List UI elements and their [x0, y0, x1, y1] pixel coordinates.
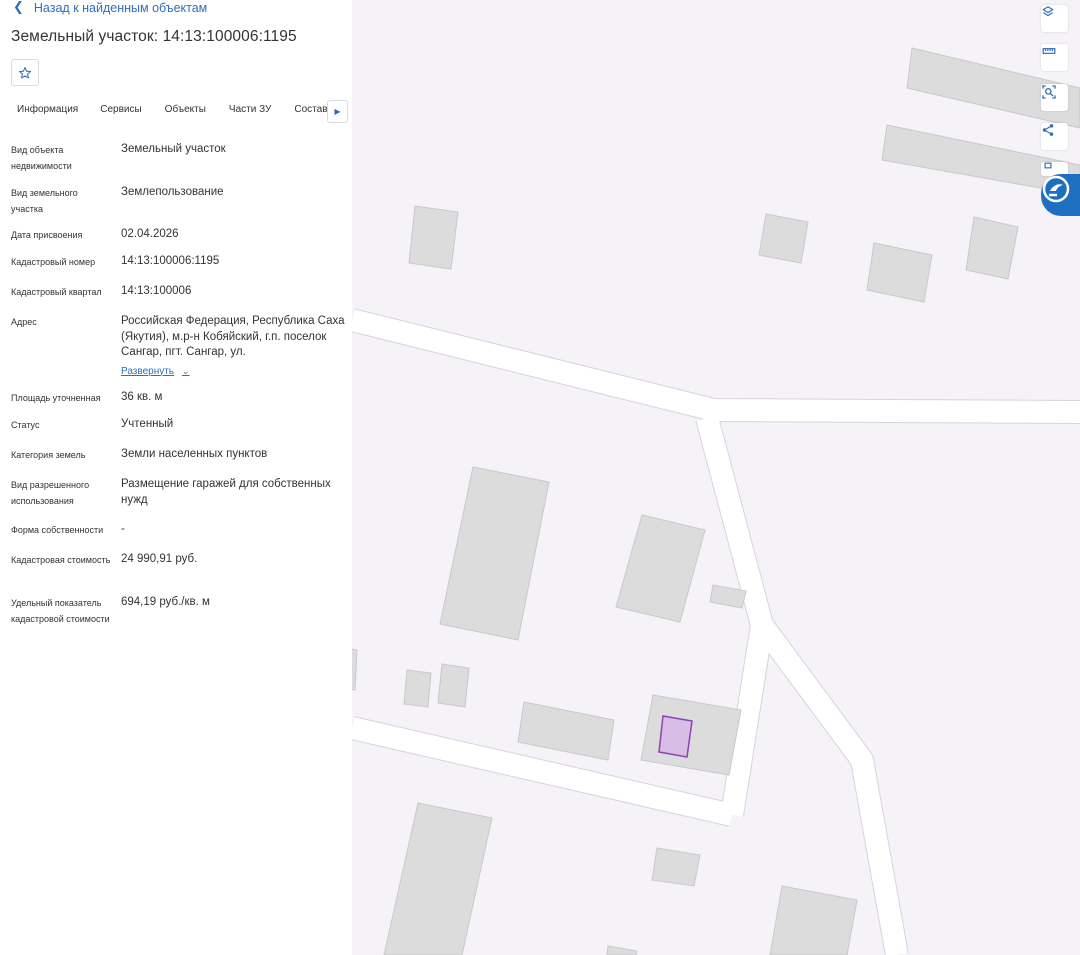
- prop-label: Кадастровый квартал: [11, 287, 102, 297]
- prop-label: Удельный показатель кадастровой стоимост…: [11, 598, 110, 624]
- ruler-button[interactable]: [1041, 44, 1068, 71]
- star-icon: [18, 66, 32, 78]
- prop-label: Вид разрешенного использования: [11, 480, 90, 506]
- prop-label: Дата присвоения: [11, 230, 83, 240]
- chevron-down-icon: ⌄: [182, 365, 190, 376]
- building: [408, 205, 459, 270]
- prop-label: Кадастровый номер: [11, 257, 96, 267]
- tab-information[interactable]: Информация: [11, 99, 84, 124]
- area-select-icon: [1042, 85, 1056, 99]
- prop-label: Категория земель: [11, 450, 86, 460]
- building: [383, 802, 493, 955]
- share-button[interactable]: [1041, 123, 1068, 150]
- building: [352, 648, 358, 691]
- building: [640, 694, 742, 776]
- tab-objects[interactable]: Объекты: [165, 99, 206, 124]
- info-panel: ❮ Назад к найденным объектам Земельный у…: [0, 0, 352, 955]
- chevron-left-icon: ❮: [13, 0, 24, 14]
- prop-value: 14:13:100006: [121, 285, 192, 297]
- expand-label: Развернуть: [121, 365, 175, 377]
- selected-parcel[interactable]: [658, 715, 693, 758]
- tab-services[interactable]: Сервисы: [100, 99, 141, 124]
- prop-label: Вид земельного участка: [11, 188, 78, 214]
- ruler-icon: [1042, 48, 1056, 54]
- prop-value: 02.04.2026: [121, 228, 179, 240]
- tab-composition[interactable]: Состав: [294, 99, 327, 124]
- building: [965, 216, 1019, 280]
- building: [769, 885, 858, 955]
- prop-label: Вид объекта недвижимости: [11, 145, 72, 171]
- triangle-right-icon: ▶: [334, 107, 341, 116]
- prop-value: Учтенный: [121, 418, 174, 430]
- prop-value: Землепользование: [121, 186, 224, 198]
- layers-icon: [1042, 6, 1054, 17]
- tabs-scroll-right-button[interactable]: ▶: [327, 100, 348, 123]
- building: [758, 213, 809, 264]
- back-label: Назад к найденным объектам: [33, 1, 208, 15]
- map-view[interactable]: [352, 0, 1080, 955]
- prop-value: Земельный участок: [121, 143, 226, 155]
- building: [606, 945, 638, 955]
- prop-value: Земли населенных пунктов: [121, 448, 268, 460]
- building: [866, 242, 933, 303]
- back-link[interactable]: ❮ Назад к найденным объектам: [13, 0, 207, 16]
- building: [439, 466, 550, 641]
- chat-assistant-icon: [1042, 175, 1070, 203]
- building: [403, 669, 432, 708]
- assistant-button[interactable]: [1041, 174, 1080, 216]
- prop-value: -: [121, 523, 125, 535]
- page-title: Земельный участок: 14:13:100006:1195: [11, 28, 297, 45]
- layers-button[interactable]: [1041, 5, 1068, 32]
- area-select-button[interactable]: [1041, 84, 1068, 111]
- prop-value: 694,19 руб./кв. м: [121, 596, 210, 608]
- prop-label: Площадь уточненная: [11, 393, 101, 403]
- expand-address-link[interactable]: Развернуть ⌄: [121, 364, 190, 380]
- prop-value: 14:13:100006:1195: [121, 255, 220, 267]
- tab-parts[interactable]: Части ЗУ: [229, 99, 271, 124]
- prop-label: Статус: [11, 420, 40, 430]
- map-canvas[interactable]: [352, 0, 1080, 955]
- prop-value: 36 кв. м: [121, 391, 163, 403]
- building: [517, 701, 615, 761]
- address-value: Российская Федерация, Республика Саха (Я…: [121, 314, 346, 379]
- tab-bar: Информация Сервисы Объекты Части ЗУ Сост…: [11, 99, 337, 124]
- address-text: Российская Федерация, Республика Саха (Я…: [121, 315, 345, 358]
- building: [615, 514, 706, 623]
- prop-value: Размещение гаражей для собственных нужд: [121, 478, 331, 506]
- share-icon: [1042, 124, 1054, 136]
- building: [437, 663, 470, 708]
- prop-label: Адрес: [11, 317, 37, 327]
- prop-value: 24 990,91 руб.: [121, 553, 198, 565]
- building: [651, 847, 701, 887]
- prop-label: Кадастровая стоимость: [11, 555, 111, 565]
- favorite-button[interactable]: [11, 59, 39, 86]
- prop-label: Форма собственности: [11, 525, 104, 535]
